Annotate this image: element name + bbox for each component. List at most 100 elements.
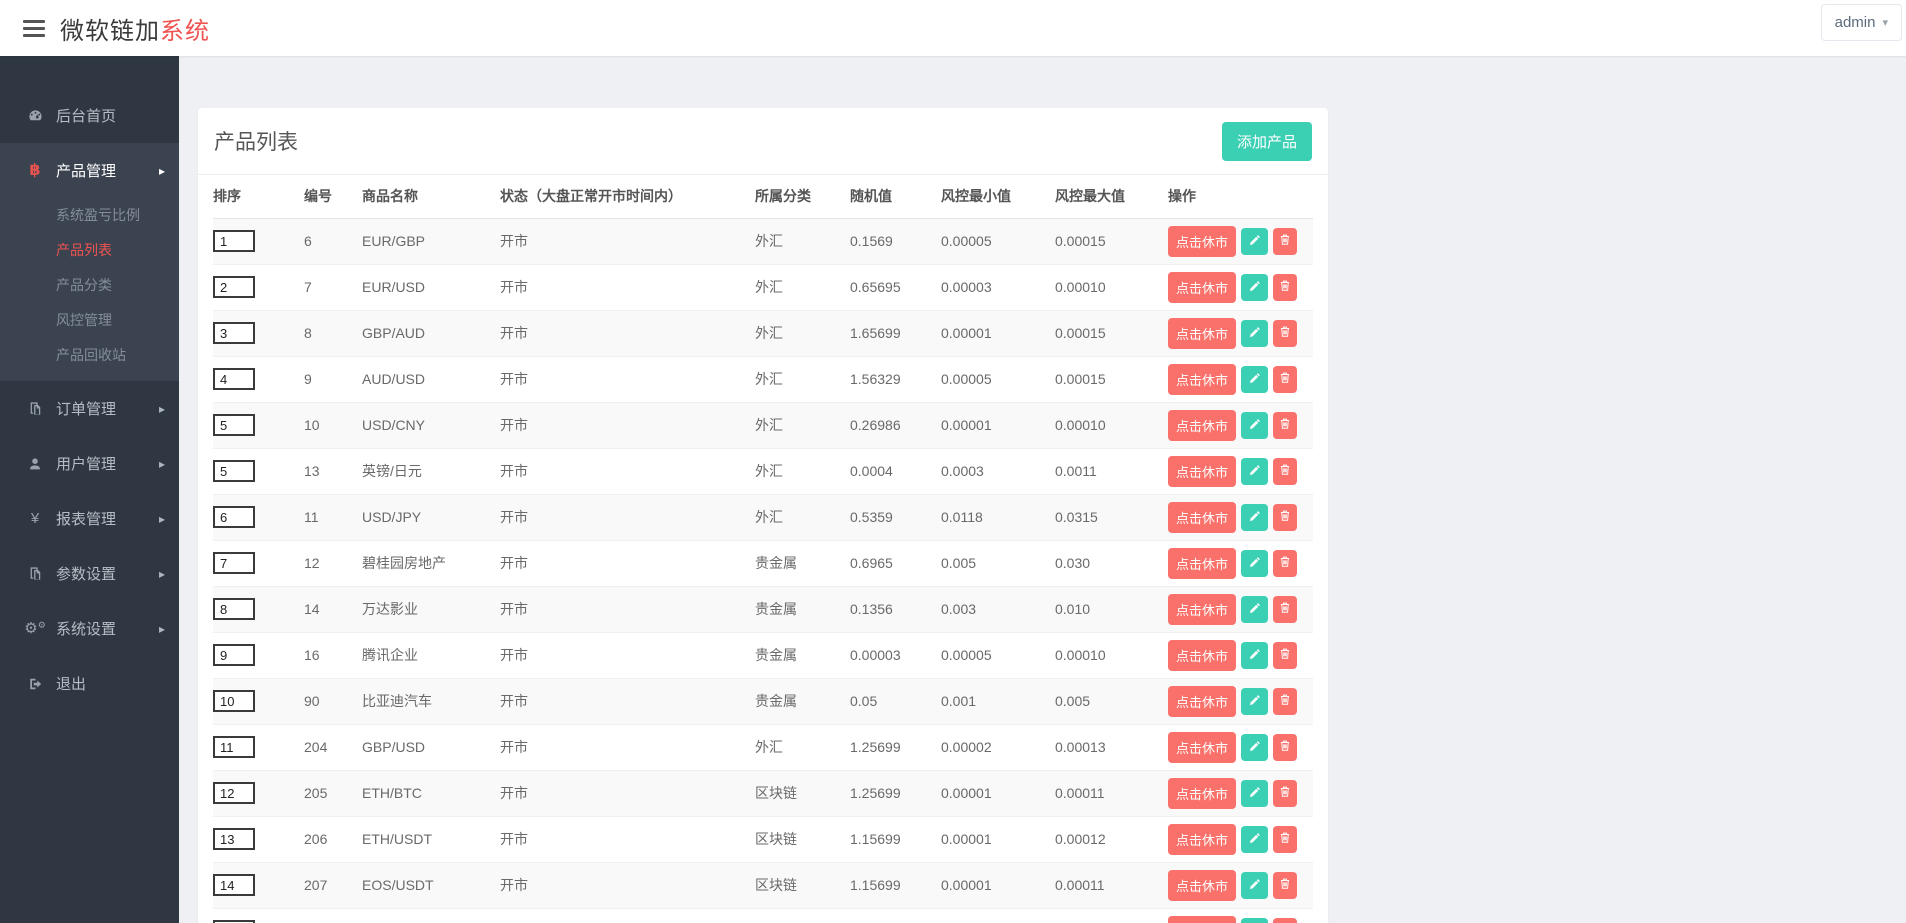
sort-input[interactable] — [213, 368, 255, 390]
delete-button[interactable] — [1273, 227, 1298, 255]
sidebar-group: ฿ 产品管理 ▸ 系统盈亏比例 产品列表 产品分类 风控管理 产品回收站 — [0, 143, 179, 381]
add-product-button[interactable]: 添加产品 — [1221, 121, 1312, 161]
delete-button[interactable] — [1273, 779, 1298, 807]
sidebar-item[interactable]: ⚙⚙ 系统设置 ▸ — [0, 601, 179, 656]
sort-input[interactable] — [213, 414, 255, 436]
delete-button[interactable] — [1273, 917, 1298, 923]
close-market-button[interactable]: 点击休市 — [1168, 271, 1237, 303]
pencil-icon — [1249, 372, 1261, 387]
random-cell: 0.26986 — [850, 402, 941, 449]
status-cell: 开市 — [500, 356, 755, 403]
close-market-button[interactable]: 点击休市 — [1168, 225, 1237, 257]
delete-button[interactable] — [1273, 549, 1298, 577]
close-market-button[interactable]: 点击休市 — [1168, 501, 1237, 533]
delete-button[interactable] — [1273, 595, 1298, 623]
sidebar-item[interactable]: ¥ 报表管理 ▸ — [0, 491, 179, 546]
delete-button[interactable] — [1273, 687, 1298, 715]
sidebar-item[interactable]: 参数设置 ▸ — [0, 546, 179, 601]
sidebar-item[interactable]: 用户管理 ▸ — [0, 436, 179, 491]
sort-input[interactable] — [213, 506, 255, 528]
card-header: 产品列表 添加产品 — [198, 108, 1328, 175]
user-menu[interactable]: admin ▾ — [1820, 4, 1902, 41]
sort-input[interactable] — [213, 736, 255, 758]
delete-button[interactable] — [1273, 319, 1298, 347]
sort-input[interactable] — [213, 782, 255, 804]
edit-button[interactable] — [1241, 871, 1269, 899]
column-header: 编号 — [304, 175, 362, 219]
sort-input[interactable] — [213, 276, 255, 298]
table-row: 205ETH/BTC开市区块链1.256990.000010.00011点击休市 — [213, 770, 1313, 817]
random-cell: 0.5359 — [850, 494, 941, 541]
edit-button[interactable] — [1241, 687, 1269, 715]
delete-button[interactable] — [1273, 457, 1298, 485]
edit-button[interactable] — [1241, 227, 1269, 255]
edit-button[interactable] — [1241, 411, 1269, 439]
close-market-button[interactable]: 点击休市 — [1168, 731, 1237, 763]
delete-button[interactable] — [1273, 641, 1298, 669]
sidebar-item[interactable]: 订单管理 ▸ — [0, 381, 179, 436]
delete-button[interactable] — [1273, 871, 1298, 899]
delete-button[interactable] — [1273, 273, 1298, 301]
sort-input[interactable] — [213, 322, 255, 344]
close-market-button[interactable]: 点击休市 — [1168, 685, 1237, 717]
edit-button[interactable] — [1241, 595, 1269, 623]
delete-button[interactable] — [1273, 733, 1298, 761]
close-market-button[interactable]: 点击休市 — [1168, 915, 1237, 923]
table-row: 14万达影业开市贵金属0.13560.0030.010点击休市 — [213, 586, 1313, 633]
edit-button[interactable] — [1241, 273, 1269, 301]
delete-button[interactable] — [1273, 365, 1298, 393]
edit-button[interactable] — [1241, 779, 1269, 807]
close-market-button[interactable]: 点击休市 — [1168, 455, 1237, 487]
delete-button[interactable] — [1273, 825, 1298, 853]
app-logo[interactable]: 微软链加系统 — [60, 11, 210, 46]
close-market-button[interactable]: 点击休市 — [1168, 777, 1237, 809]
sidebar-subitem[interactable]: 产品列表 — [0, 233, 179, 268]
sort-input[interactable] — [213, 828, 255, 850]
sidebar-subitem[interactable]: 产品分类 — [0, 268, 179, 303]
column-header: 商品名称 — [362, 175, 500, 219]
risk-min-cell: 0.00001 — [941, 862, 1055, 909]
close-market-button[interactable]: 点击休市 — [1168, 409, 1237, 441]
sort-input[interactable] — [213, 230, 255, 252]
close-market-button[interactable]: 点击休市 — [1168, 363, 1237, 395]
close-market-button[interactable]: 点击休市 — [1168, 317, 1237, 349]
edit-button[interactable] — [1241, 549, 1269, 577]
category-cell: 贵金属 — [755, 678, 850, 725]
close-market-button[interactable]: 点击休市 — [1168, 593, 1237, 625]
table-row: 7EUR/USD开市外汇0.656950.000030.00010点击休市 — [213, 264, 1313, 311]
trash-icon — [1279, 417, 1291, 433]
edit-button[interactable] — [1241, 503, 1269, 531]
edit-button[interactable] — [1241, 733, 1269, 761]
sidebar-subitem[interactable]: 风控管理 — [0, 303, 179, 338]
close-market-button[interactable]: 点击休市 — [1168, 823, 1237, 855]
product-list-card: 产品列表 添加产品 排序 编号 商品名称 状态（大盘正常开市时间内） 所属分类 随机值 风控… — [198, 108, 1328, 923]
sort-cell — [213, 448, 304, 495]
sidebar-item[interactable]: ฿ 产品管理 ▸ — [0, 143, 179, 198]
sort-input[interactable] — [213, 598, 255, 620]
edit-button[interactable] — [1241, 825, 1269, 853]
edit-button[interactable] — [1241, 917, 1269, 923]
sidebar-item[interactable]: 后台首页 — [0, 88, 179, 143]
edit-button[interactable] — [1241, 641, 1269, 669]
actions-group: 点击休市 — [1168, 639, 1313, 671]
edit-button[interactable] — [1241, 365, 1269, 393]
close-market-button[interactable]: 点击休市 — [1168, 869, 1237, 901]
sort-input[interactable] — [213, 874, 255, 896]
trash-icon — [1279, 831, 1291, 847]
sort-input[interactable] — [213, 460, 255, 482]
delete-button[interactable] — [1273, 411, 1298, 439]
sidebar-subitem[interactable]: 产品回收站 — [0, 338, 179, 373]
edit-button[interactable] — [1241, 319, 1269, 347]
sort-cell — [213, 770, 304, 817]
sidebar-subitem[interactable]: 系统盈亏比例 — [0, 198, 179, 233]
menu-toggle-icon[interactable] — [23, 16, 45, 41]
delete-button[interactable] — [1273, 503, 1298, 531]
close-market-button[interactable]: 点击休市 — [1168, 639, 1237, 671]
sort-input[interactable] — [213, 690, 255, 712]
sort-input[interactable] — [213, 552, 255, 574]
close-market-button[interactable]: 点击休市 — [1168, 547, 1237, 579]
category-cell: 区块链 — [755, 816, 850, 863]
edit-button[interactable] — [1241, 457, 1269, 485]
sidebar-item[interactable]: 退出 — [0, 656, 179, 711]
sort-input[interactable] — [213, 644, 255, 666]
